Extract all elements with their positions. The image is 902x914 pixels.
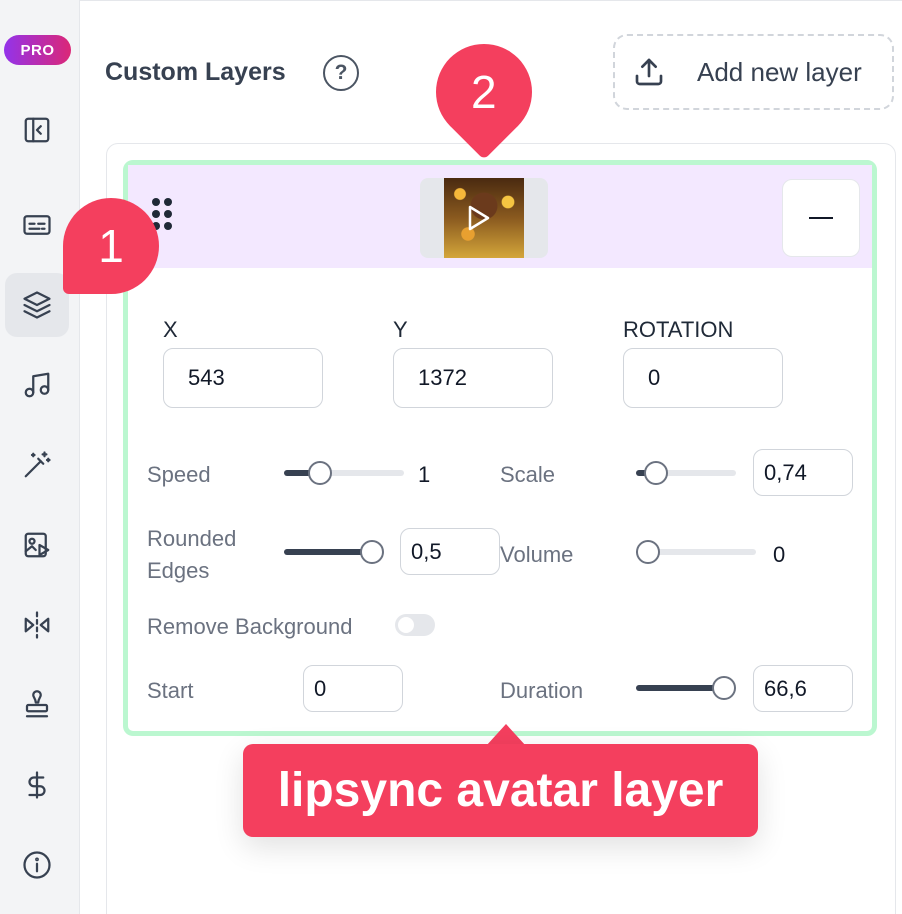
annotation-marker-1: 1 <box>63 198 159 294</box>
x-label: X <box>163 317 178 342</box>
sidebar-item-magic[interactable] <box>5 433 69 497</box>
magic-wand-icon <box>24 451 51 478</box>
stamp-icon <box>25 690 49 718</box>
add-new-layer-button[interactable]: Add new layer <box>613 34 894 110</box>
sidebar-item-flip[interactable] <box>5 593 69 657</box>
start-input[interactable]: 0 <box>303 665 403 712</box>
sidebar-item-subtitles[interactable] <box>5 193 69 257</box>
play-icon[interactable] <box>468 205 490 231</box>
duration-label: Duration <box>500 678 584 703</box>
duration-slider-thumb[interactable] <box>712 676 736 700</box>
volume-slider[interactable] <box>636 540 756 564</box>
video-image-icon <box>24 532 50 558</box>
y-input[interactable]: 1372 <box>393 348 553 408</box>
remove-layer-button[interactable] <box>782 179 860 257</box>
volume-slider-thumb[interactable] <box>636 540 660 564</box>
music-icon <box>24 372 50 398</box>
speed-value: 1 <box>418 462 431 487</box>
rotation-label: ROTATION <box>623 317 734 342</box>
layer-card <box>123 160 877 736</box>
start-label: Start <box>147 678 194 703</box>
remove-background-toggle[interactable] <box>395 614 435 636</box>
duration-input[interactable]: 66,6 <box>753 665 853 712</box>
volume-value: 0 <box>773 542 786 567</box>
info-icon <box>23 851 51 879</box>
pro-badge[interactable]: PRO <box>4 35 71 65</box>
sidebar-item-pricing[interactable] <box>5 753 69 817</box>
annotation-callout: lipsync avatar layer <box>243 744 758 837</box>
subtitles-icon <box>23 215 51 235</box>
speed-label: Speed <box>147 462 211 487</box>
rounded-edges-label-line1: Rounded <box>147 526 237 551</box>
rounded-edges-slider-thumb[interactable] <box>360 540 384 564</box>
add-new-layer-label: Add new layer <box>697 56 862 87</box>
remove-background-label: Remove Background <box>147 614 353 639</box>
callout-pointer <box>486 724 526 746</box>
scale-slider-thumb[interactable] <box>643 461 668 485</box>
scale-slider[interactable] <box>636 461 736 485</box>
top-divider <box>80 0 902 4</box>
sidebar: PRO <box>0 0 80 914</box>
annotation-marker-2: 2 <box>416 24 552 160</box>
volume-label: Volume <box>500 542 574 567</box>
sidebar-toggle-icon <box>24 117 50 143</box>
y-label: Y <box>393 317 408 342</box>
layers-icon <box>23 291 51 319</box>
speed-slider[interactable] <box>284 461 404 485</box>
dollar-icon <box>28 771 46 799</box>
duration-slider[interactable] <box>636 676 736 700</box>
minus-icon <box>809 216 833 220</box>
layer-header <box>128 165 872 268</box>
upload-icon <box>635 58 663 86</box>
rounded-edges-input[interactable]: 0,5 <box>400 528 500 575</box>
scale-input[interactable]: 0,74 <box>753 449 853 496</box>
page-title: Custom Layers <box>105 58 286 86</box>
help-icon[interactable]: ? <box>323 55 359 91</box>
sidebar-item-media[interactable] <box>5 513 69 577</box>
sidebar-item-layers[interactable] <box>5 273 69 337</box>
flip-icon <box>24 611 50 639</box>
rounded-edges-label-line2: Edges <box>147 558 210 583</box>
rotation-input[interactable]: 0 <box>623 348 783 408</box>
rounded-edges-slider[interactable] <box>284 540 384 564</box>
speed-slider-thumb[interactable] <box>308 461 332 485</box>
sidebar-item-info[interactable] <box>5 833 69 897</box>
sidebar-toggle-button[interactable] <box>5 98 69 162</box>
sidebar-item-music[interactable] <box>5 353 69 417</box>
sidebar-item-stamp[interactable] <box>5 673 69 737</box>
x-input[interactable]: 543 <box>163 348 323 408</box>
scale-label: Scale <box>500 462 556 487</box>
